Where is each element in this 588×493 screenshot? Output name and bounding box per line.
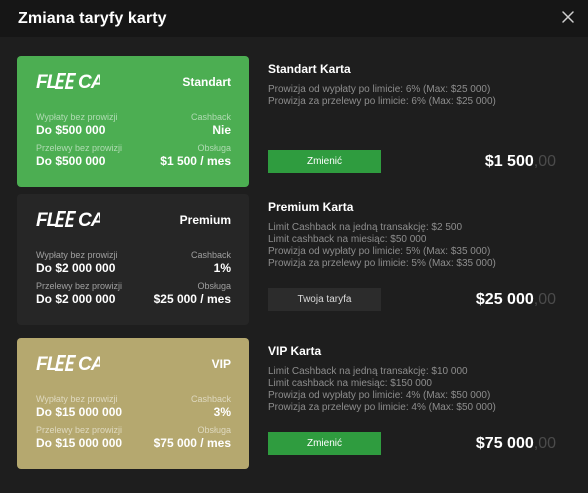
cashback-label: Cashback (190, 112, 231, 122)
transfer-label: Przelewy bez prowizji (36, 281, 123, 291)
svg-text:CA: CA (78, 354, 100, 375)
tariff-title: VIP Karta (268, 344, 322, 358)
fleeca-logo: FL CA (36, 354, 100, 375)
fee-label: Obsługa (197, 143, 231, 153)
change-tariff-button[interactable]: Zmienić (268, 150, 381, 173)
price-cents: ,00 (533, 435, 556, 452)
transfer-value: Do $500 000 (36, 154, 106, 168)
close-icon[interactable] (560, 9, 576, 25)
tariff-detail-line: Prowizja za przelewy po limicie: 6% (Max… (268, 96, 496, 107)
withdraw-label: Wypłaty bez prowizji (36, 112, 118, 122)
withdraw-label: Wypłaty bez prowizji (36, 250, 118, 260)
fee-value: $1 500 / mes (160, 154, 231, 168)
current-tariff-button: Twoja taryfa (268, 288, 381, 311)
tariff-price: $75 000,00 (476, 435, 556, 453)
price-amount: $1 500 (484, 153, 534, 170)
card-standart: FL CA Standart Wypłaty bez prowizji Do $… (17, 56, 249, 187)
tariff-details: Limit Cashback na jedną transakcję: $10 … (268, 366, 568, 414)
cashback-value: Nie (212, 123, 231, 137)
fleeca-logo: FL CA (36, 72, 100, 93)
transfer-label: Przelewy bez prowizji (36, 143, 123, 153)
tariff-detail-line: Limit Cashback na jedną transakcję: $10 … (268, 366, 468, 377)
tariff-title: Standart Karta (268, 62, 351, 76)
tariff-details: Limit Cashback na jedną transakcję: $2 5… (268, 222, 568, 270)
fee-value: $75 000 / mes (153, 436, 231, 450)
transfer-value: Do $15 000 000 (36, 436, 123, 450)
svg-text:FL: FL (36, 210, 58, 231)
transfer-label: Przelewy bez prowizji (36, 425, 123, 435)
fee-label: Obsługa (197, 425, 231, 435)
tariff-detail-line: Prowizja od wypłaty po limicie: 5% (Max:… (268, 246, 491, 257)
fee-label: Obsługa (197, 281, 231, 291)
svg-text:FL: FL (36, 72, 58, 93)
card-premium: FL CA Premium Wypłaty bez prowizji Do $2… (17, 194, 249, 325)
tariff-detail-line: Limit cashback na miesiąc: $50 000 (268, 234, 427, 245)
withdraw-value: Do $15 000 000 (36, 405, 123, 419)
tariff-panel: FL CA Standart Wypłaty bez prowizji Do $… (0, 37, 588, 493)
tariff-details: Prowizja od wypłaty po limicie: 6% (Max:… (268, 84, 568, 108)
fleeca-logo: FL CA (36, 210, 100, 231)
withdraw-value: Do $2 000 000 (36, 261, 116, 275)
withdraw-value: Do $500 000 (36, 123, 106, 137)
fee-value: $25 000 / mes (153, 292, 231, 306)
cashback-label: Cashback (190, 250, 231, 260)
svg-text:CA: CA (78, 210, 100, 231)
tariff-price: $1 500,00 (485, 153, 556, 171)
card-tier-name: Premium (179, 213, 231, 227)
tariff-detail-line: Prowizja za przelewy po limicie: 5% (Max… (268, 258, 496, 269)
card-vip: FL CA VIP Wypłaty bez prowizji Do $15 00… (17, 338, 249, 469)
price-cents: ,00 (533, 291, 556, 308)
cashback-label: Cashback (190, 394, 231, 404)
tariff-title: Premium Karta (268, 200, 354, 214)
svg-text:FL: FL (36, 354, 58, 375)
tariff-detail-line: Limit Cashback na jedną transakcję: $2 5… (268, 222, 463, 233)
modal-title: Zmiana taryfy karty (18, 10, 167, 27)
tariff-row-standart: FL CA Standart Wypłaty bez prowizji Do $… (0, 56, 588, 188)
change-tariff-button[interactable]: Zmienić (268, 432, 381, 455)
card-tier-name: VIP (211, 357, 231, 371)
cashback-value: 3% (213, 405, 231, 419)
tariff-row-vip: FL CA VIP Wypłaty bez prowizji Do $15 00… (0, 338, 588, 470)
modal-header: Zmiana taryfy karty (0, 0, 588, 37)
tariff-detail-line: Prowizja od wypłaty po limicie: 6% (Max:… (268, 84, 491, 95)
card-tier-name: Standart (182, 75, 231, 89)
tariff-detail-line: Prowizja od wypłaty po limicie: 4% (Max:… (268, 390, 491, 401)
cashback-value: 1% (213, 261, 231, 275)
withdraw-label: Wypłaty bez prowizji (36, 394, 118, 404)
price-cents: ,00 (533, 153, 556, 170)
price-amount: $25 000 (475, 291, 534, 308)
svg-text:CA: CA (78, 72, 100, 93)
tariff-detail-line: Limit cashback na miesiąc: $150 000 (268, 378, 432, 389)
tariff-price: $25 000,00 (476, 291, 556, 309)
price-amount: $75 000 (475, 435, 534, 452)
transfer-value: Do $2 000 000 (36, 292, 116, 306)
tariff-detail-line: Prowizja za przelewy po limicie: 4% (Max… (268, 402, 496, 413)
tariff-row-premium: FL CA Premium Wypłaty bez prowizji Do $2… (0, 194, 588, 326)
